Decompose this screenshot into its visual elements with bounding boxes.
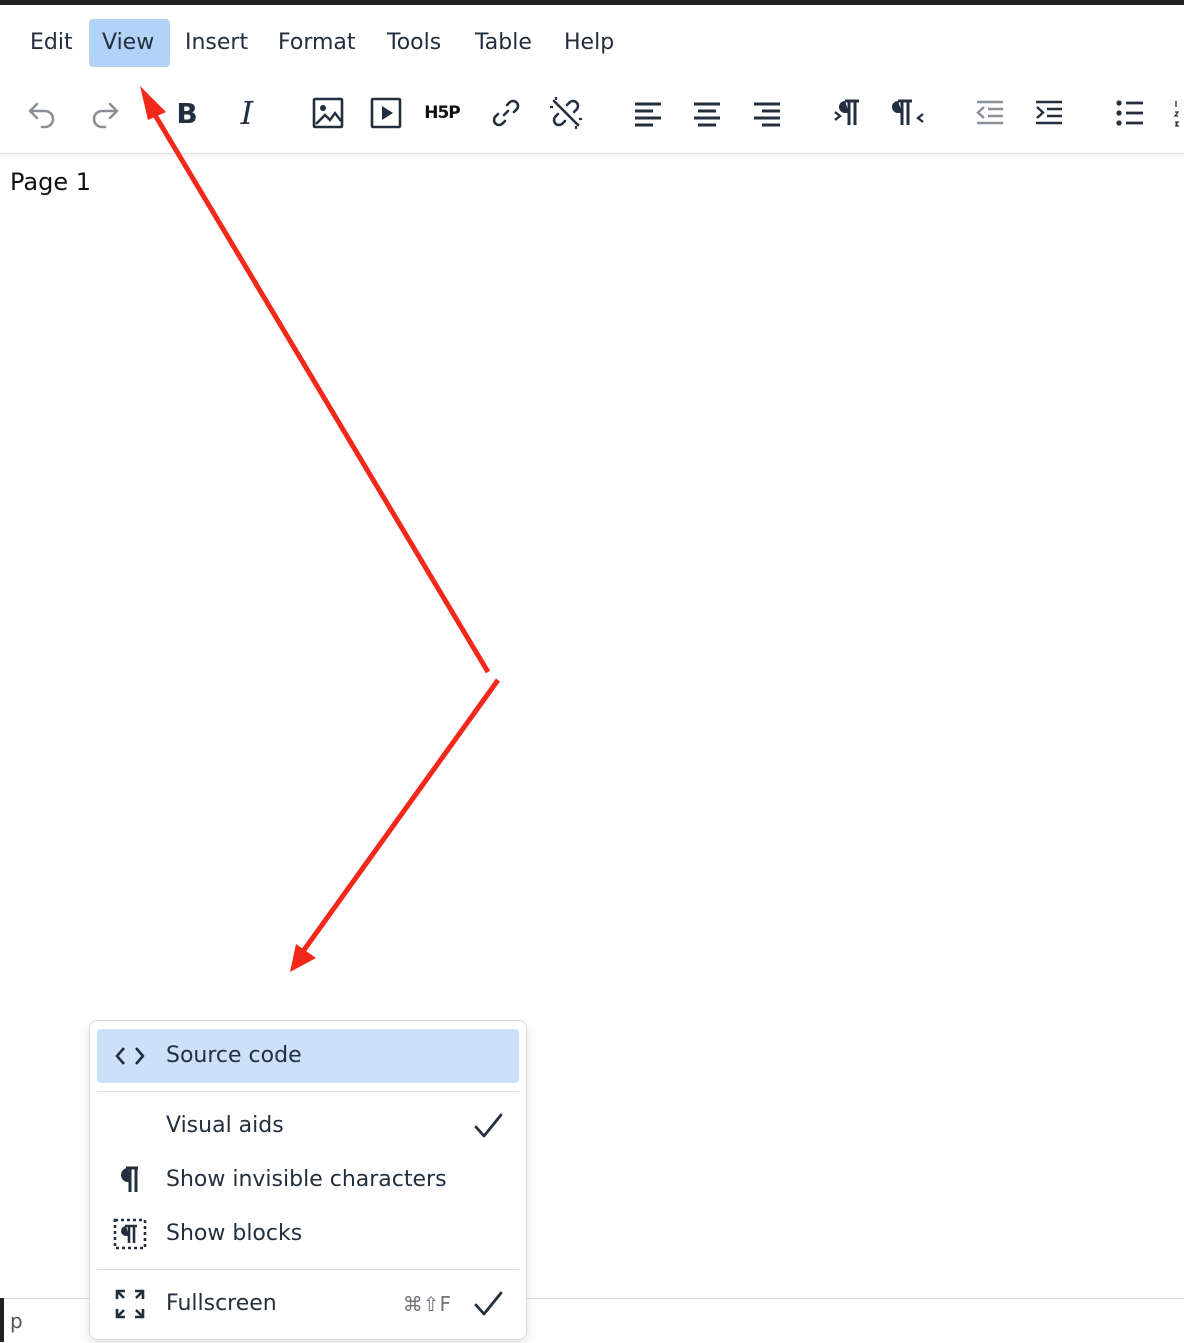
menu-separator [97, 1269, 519, 1270]
h5p-button[interactable]: H5P [420, 89, 464, 137]
image-icon [312, 97, 344, 129]
show-blocks-icon [113, 1218, 147, 1250]
outdent-icon [976, 100, 1003, 125]
menu-item-fullscreen[interactable]: Fullscreen ⌘⇧F [97, 1277, 519, 1331]
align-center-icon [694, 102, 720, 127]
play-icon [370, 97, 402, 129]
indent-button[interactable] [1027, 89, 1071, 137]
pilcrow-icon [113, 1164, 147, 1196]
undo-icon [28, 102, 55, 129]
rtl-button[interactable] [887, 89, 931, 137]
insert-link-button[interactable] [484, 89, 528, 137]
menu-item-visual-aids[interactable]: Visual aids [97, 1099, 519, 1153]
ltr-button[interactable] [825, 89, 869, 137]
numbered-list-icon [1173, 101, 1180, 127]
link-icon [492, 99, 520, 127]
indent-icon [1036, 100, 1062, 125]
menu-table[interactable]: Table [462, 19, 545, 67]
toolbar: B I H5P [0, 77, 1184, 154]
menubar: Edit View Insert Format Tools Table Help [0, 5, 1184, 77]
insert-image-button[interactable] [306, 89, 350, 137]
italic-button[interactable]: I [225, 89, 269, 137]
menu-item-show-invisible-characters[interactable]: Show invisible characters [97, 1153, 519, 1207]
source-code-icon [113, 1040, 147, 1072]
fullscreen-icon [113, 1288, 147, 1320]
fullscreen-shortcut: ⌘⇧F [402, 1292, 451, 1316]
insert-media-button[interactable] [364, 89, 408, 137]
menu-view[interactable]: View [89, 19, 170, 67]
bullet-list-icon [1116, 100, 1143, 126]
menu-item-show-blocks[interactable]: Show blocks [97, 1207, 519, 1261]
window-left-edge [0, 1298, 4, 1342]
menu-tools[interactable]: Tools [374, 19, 454, 67]
unlink-icon [550, 97, 582, 129]
align-left-button[interactable] [626, 89, 670, 137]
checkmark-icon [474, 1291, 503, 1316]
bold-button[interactable]: B [165, 89, 209, 137]
bullet-list-button[interactable] [1108, 89, 1152, 137]
element-path[interactable]: p [10, 1309, 23, 1333]
numbered-list-button[interactable] [1166, 89, 1184, 137]
menu-item-source-code[interactable]: Source code [97, 1029, 519, 1083]
menu-help[interactable]: Help [551, 19, 627, 67]
menu-separator [97, 1091, 519, 1092]
redo-button[interactable] [83, 89, 127, 137]
h5p-icon: H5P [424, 103, 461, 123]
ltr-icon [834, 99, 859, 125]
remove-link-button[interactable] [544, 89, 588, 137]
menu-edit[interactable]: Edit [17, 19, 86, 67]
align-right-icon [754, 102, 780, 127]
undo-button[interactable] [20, 89, 64, 137]
view-menu-dropdown: Source code Visual aids Show invisible c… [89, 1020, 527, 1340]
rtl-icon [892, 99, 924, 125]
align-left-icon [635, 102, 661, 127]
align-right-button[interactable] [745, 89, 789, 137]
align-center-button[interactable] [685, 89, 729, 137]
menu-format[interactable]: Format [265, 19, 369, 67]
checkmark-icon [474, 1113, 503, 1138]
outdent-button[interactable] [968, 89, 1012, 137]
redo-icon [92, 102, 119, 129]
menu-insert[interactable]: Insert [172, 19, 261, 67]
italic-icon: I [240, 94, 254, 132]
bold-icon: B [176, 96, 198, 130]
editor-paragraph[interactable]: Page 1 [10, 168, 91, 196]
